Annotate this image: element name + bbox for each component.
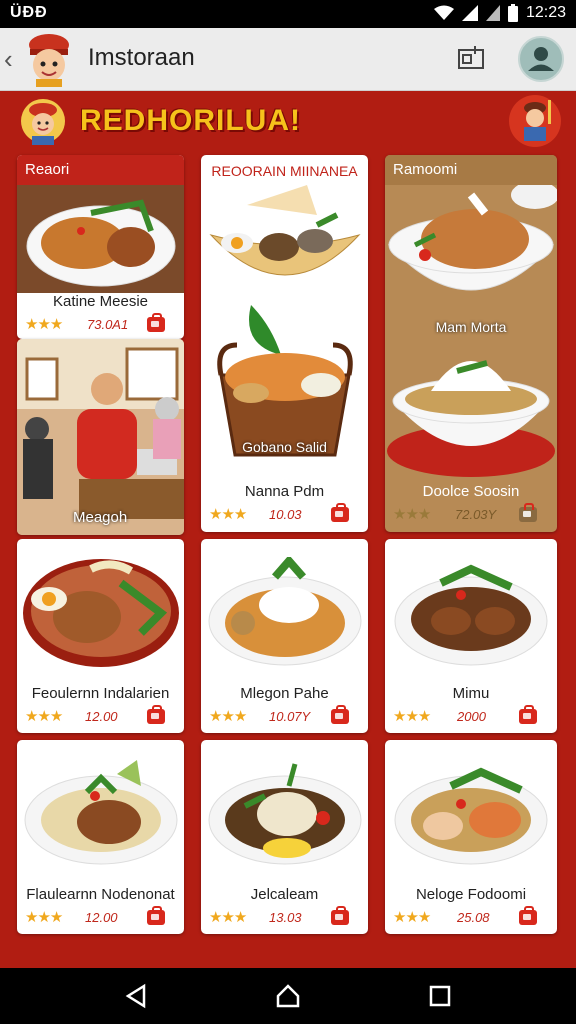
restaurant-scene-image — [17, 339, 184, 535]
food-card[interactable]: REOORAIN MIINANEA Gobano Salid Nanna Pdm… — [201, 155, 368, 532]
back-arrow-icon[interactable]: ‹ — [4, 44, 24, 74]
dumpling-bowl-image — [208, 763, 362, 865]
card-price: 2000 — [457, 709, 486, 724]
fried-cutlet-plate-image — [23, 559, 179, 667]
card-overlay-label: Mam Morta — [435, 319, 507, 335]
card-name: Feoulernn Indalarien — [31, 685, 170, 702]
card-rating: ★★★ — [393, 708, 431, 725]
card-name: Neloge Fodoomi — [415, 886, 527, 903]
signal-icon — [461, 5, 478, 21]
card-price: 72.03Y — [455, 507, 497, 522]
card-rating: ★★★ — [25, 909, 63, 926]
card-name: Flaulearnn Nodenonat — [26, 886, 175, 903]
card-price: 10.03 — [269, 507, 302, 522]
status-time: 12:23 — [525, 4, 566, 21]
nav-back-icon[interactable] — [122, 982, 150, 1010]
chef-mascot-logo — [29, 34, 69, 87]
card-header-label: REOORAIN MIINANEA — [211, 163, 358, 179]
card-rating: ★★★ — [393, 909, 431, 926]
cart-icon[interactable] — [519, 705, 537, 724]
app-bar: ‹ Imstoraan — [0, 28, 576, 91]
nav-recents-icon[interactable] — [426, 982, 454, 1010]
food-card[interactable]: Flaulearnn Nodenonat ★★★ 12.00 — [17, 740, 184, 934]
cart-icon[interactable] — [519, 503, 537, 522]
status-left-text: ÜÐÐ — [10, 4, 48, 21]
cart-icon[interactable] — [147, 705, 165, 724]
rice-bowl-image — [387, 360, 555, 477]
store-icon[interactable] — [456, 44, 486, 72]
status-bar: ÜÐÐ 12:23 — [0, 0, 576, 28]
food-card[interactable]: Neloge Fodoomi ★★★ 25.08 — [385, 740, 557, 934]
card-price: 12.00 — [85, 709, 118, 724]
card-price: 10.07Y — [269, 709, 311, 724]
card-price: 13.03 — [269, 910, 302, 925]
user-icon[interactable] — [518, 36, 564, 82]
cart-icon[interactable] — [519, 906, 537, 925]
card-overlay-label: Gobano Salid — [242, 439, 327, 455]
card-price: 73.0A1 — [87, 317, 129, 332]
user-silhouette-icon — [528, 47, 554, 71]
cart-icon[interactable] — [147, 313, 165, 332]
card-header-label: Ramoomi — [393, 161, 458, 178]
card-name: Doolce Soosin — [422, 483, 520, 500]
restaurant-photo-card[interactable]: Meagoh — [17, 339, 184, 535]
signal-icon — [485, 5, 500, 21]
noodle-bowl-image — [24, 760, 178, 865]
card-rating: ★★★ — [209, 506, 247, 523]
card-rating: ★★★ — [393, 506, 431, 523]
chef-mascot-icon — [21, 99, 65, 145]
noodle-plate-image — [26, 199, 176, 287]
appetizer-basket-image — [209, 185, 361, 276]
battery-icon — [507, 4, 518, 22]
cart-icon[interactable] — [331, 705, 349, 724]
chicken-bowl-image — [387, 185, 557, 291]
app-title: Imstoraan — [88, 44, 195, 71]
salmon-bowl-image — [394, 767, 548, 865]
pasta-bowl-image — [208, 557, 362, 666]
card-rating: ★★★ — [209, 708, 247, 725]
card-name: Mimu — [452, 685, 490, 702]
promo-banner: REDHORILUA! — [0, 90, 576, 154]
food-card[interactable]: Feoulernn Indalarien ★★★ 12.00 — [17, 539, 184, 733]
food-card[interactable]: Mlegon Pahe ★★★ 10.07Y — [201, 539, 368, 733]
cook-mascot-icon — [509, 95, 561, 147]
banner-title: REDHORILUA! — [80, 104, 301, 137]
nav-home-icon[interactable] — [274, 982, 302, 1010]
card-rating: ★★★ — [209, 909, 247, 926]
cart-icon[interactable] — [331, 906, 349, 925]
food-card[interactable]: Reaori Katine Meesie ★★★ 73.0A1 — [17, 155, 184, 339]
card-price: 25.08 — [457, 910, 490, 925]
wifi-icon — [433, 5, 454, 20]
card-price: 12.00 — [85, 910, 118, 925]
cart-icon[interactable] — [147, 906, 165, 925]
card-rating: ★★★ — [25, 316, 63, 333]
food-card[interactable]: Ramoomi Mam Morta Doolce Soosin ★★★ 72.0… — [385, 155, 557, 532]
navigation-bar — [0, 968, 576, 1024]
card-name: Jelcaleam — [250, 886, 319, 903]
card-rating: ★★★ — [25, 708, 63, 725]
card-name: Katine Meesie — [52, 293, 149, 310]
photo-caption: Meagoh — [73, 509, 128, 526]
braised-meat-bowl-image — [394, 564, 548, 666]
food-card[interactable]: Jelcaleam ★★★ 13.03 — [201, 740, 368, 934]
food-card[interactable]: Mimu ★★★ 2000 — [385, 539, 557, 733]
card-header-label: Reaori — [25, 161, 70, 178]
card-name: Mlegon Pahe — [240, 685, 329, 702]
cart-icon[interactable] — [331, 503, 349, 522]
status-right: 12:23 — [433, 4, 566, 22]
card-name: Nanna Pdm — [244, 483, 325, 500]
